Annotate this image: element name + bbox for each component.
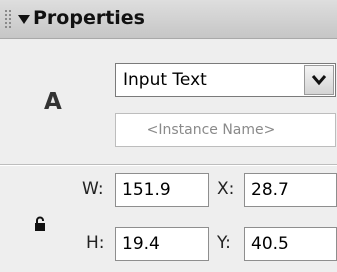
x-field[interactable]: 28.7	[244, 173, 337, 207]
y-field[interactable]: 40.5	[244, 227, 337, 261]
dropdown-button[interactable]	[304, 65, 334, 95]
y-value: 40.5	[251, 234, 289, 254]
y-label: Y:	[217, 233, 231, 253]
x-label: X:	[217, 179, 235, 199]
width-value: 151.9	[122, 180, 171, 200]
grip-handle-icon[interactable]	[5, 10, 13, 30]
triangle-down-icon[interactable]	[18, 15, 30, 24]
instance-name-placeholder: <Instance Name>	[146, 122, 276, 138]
height-value: 19.4	[122, 234, 160, 254]
instance-name-input[interactable]: <Instance Name>	[115, 113, 336, 147]
x-value: 28.7	[251, 180, 289, 200]
width-field[interactable]: 151.9	[115, 173, 209, 207]
text-type-select[interactable]: Input Text	[115, 63, 336, 97]
panel-title[interactable]: Properties	[33, 7, 145, 29]
text-type-selected-value: Input Text	[123, 70, 207, 90]
height-label: H:	[86, 233, 105, 253]
text-tool-icon: A	[44, 89, 62, 115]
lock-icon[interactable]	[34, 216, 46, 236]
chevron-down-icon	[311, 75, 327, 86]
properties-panel: Properties A Input Text <Instance Name> …	[0, 0, 337, 272]
width-label: W:	[82, 179, 104, 199]
section-divider	[0, 164, 337, 166]
height-field[interactable]: 19.4	[115, 227, 209, 261]
panel-header[interactable]: Properties	[0, 0, 337, 39]
